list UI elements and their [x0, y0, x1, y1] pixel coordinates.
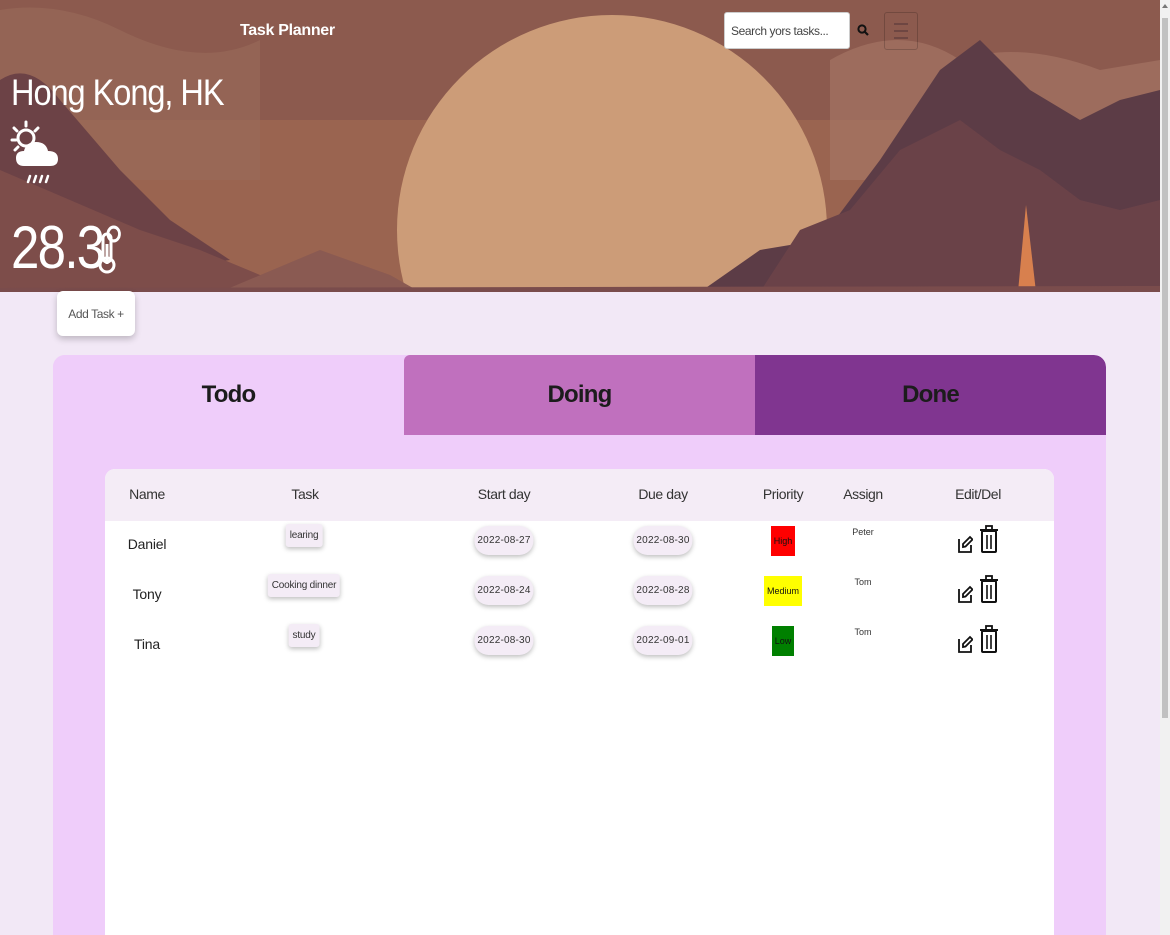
table-header: Name Task Start day Due day Priority Ass… — [105, 469, 1054, 521]
row-due-day: 2022-09-01 — [633, 626, 693, 655]
tab-done[interactable]: Done — [755, 355, 1106, 435]
search-button[interactable] — [852, 16, 874, 44]
table-row: Tony Cooking dinner 2022-08-24 2022-08-2… — [105, 572, 1054, 622]
row-due-day: 2022-08-28 — [633, 576, 693, 605]
row-task: Cooking dinner — [267, 574, 341, 597]
hamburger-menu-icon — [894, 23, 908, 39]
row-due-day: 2022-08-30 — [633, 526, 693, 555]
task-table: Name Task Start day Due day Priority Ass… — [105, 469, 1054, 935]
trash-icon — [980, 575, 998, 603]
row-assign: Peter — [852, 527, 874, 537]
thermometer-icon — [98, 232, 116, 274]
edit-button[interactable] — [957, 584, 973, 604]
row-task: study — [288, 624, 320, 647]
weather-hero: Task Planner Hong Kong, HK — [0, 0, 1160, 292]
row-actions — [957, 624, 999, 654]
row-start-day: 2022-08-30 — [474, 626, 534, 655]
trash-icon — [980, 525, 998, 553]
scroll-up-arrow-icon[interactable] — [1162, 4, 1168, 8]
menu-toggle-button[interactable] — [884, 12, 918, 50]
priority-badge: High — [771, 526, 795, 556]
add-task-button[interactable]: Add Task + — [57, 291, 135, 336]
pencil-edit-icon — [958, 635, 973, 653]
row-assign: Tom — [854, 627, 872, 637]
row-name: Tina — [134, 636, 160, 652]
trash-icon — [980, 625, 998, 653]
column-header-start-day: Start day — [477, 486, 531, 502]
column-header-name: Name — [129, 486, 165, 502]
scrollbar-thumb[interactable] — [1162, 18, 1168, 718]
priority-badge: Medium — [764, 576, 802, 606]
delete-button[interactable] — [979, 624, 999, 654]
row-assign: Tom — [854, 577, 872, 587]
status-tabs: Todo Doing Done — [53, 355, 1106, 435]
row-task: learing — [285, 524, 323, 547]
edit-button[interactable] — [957, 534, 973, 554]
search-input[interactable] — [724, 12, 850, 49]
priority-badge: Low — [772, 626, 794, 656]
row-name: Daniel — [127, 536, 167, 552]
search-icon — [857, 24, 869, 36]
tab-doing[interactable]: Doing — [404, 355, 755, 435]
page-scrollbar[interactable] — [1160, 0, 1170, 935]
column-header-priority: Priority — [762, 486, 804, 502]
pencil-edit-icon — [958, 585, 973, 603]
row-start-day: 2022-08-27 — [474, 526, 534, 555]
sun-cloud-rain-icon — [10, 120, 58, 184]
column-header-assign: Assign — [843, 486, 883, 502]
app-title: Task Planner — [240, 22, 335, 39]
pencil-edit-icon — [958, 535, 973, 553]
table-row: Daniel learing 2022-08-27 2022-08-30 Hig… — [105, 522, 1054, 572]
column-header-edit-del: Edit/Del — [955, 486, 1001, 502]
task-board: Todo Doing Done Name Task Start day Due … — [53, 355, 1106, 935]
delete-button[interactable] — [979, 574, 999, 604]
column-header-due-day: Due day — [638, 486, 688, 502]
tab-todo[interactable]: Todo — [53, 355, 404, 435]
row-actions — [957, 524, 999, 554]
column-header-task: Task — [291, 486, 319, 502]
row-start-day: 2022-08-24 — [474, 576, 534, 605]
row-name: Tony — [132, 586, 162, 602]
mountain-sunset-background — [0, 0, 1160, 292]
table-row: Tina study 2022-08-30 2022-09-01 Low Tom — [105, 622, 1054, 672]
edit-button[interactable] — [957, 634, 973, 654]
row-actions — [957, 574, 999, 604]
delete-button[interactable] — [979, 524, 999, 554]
city-name: Hong Kong, HK — [11, 72, 225, 113]
